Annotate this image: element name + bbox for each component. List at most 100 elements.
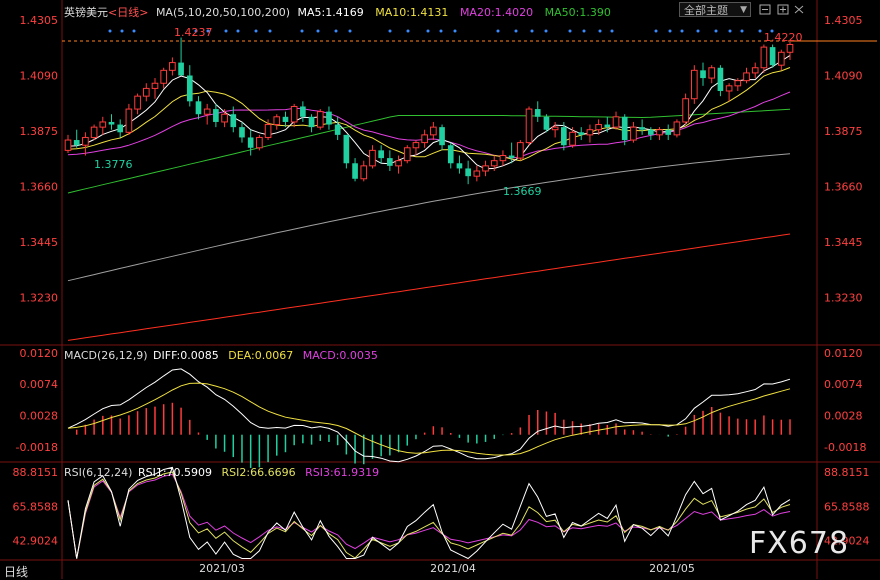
candle-body-down (73, 140, 80, 146)
price-tick-left: 1.3230 (20, 292, 59, 305)
rsi2-value: RSI2:66.6696 (221, 466, 296, 479)
candle-body-up (203, 108, 211, 115)
candle-body-down (508, 155, 515, 159)
axis-labels: 1.4305 1.4305 1.4090 1.4090 1.3875 1.3875 1.36… (13, 14, 870, 575)
rsi1-line (67, 466, 791, 560)
candle-body-down (117, 124, 124, 133)
period-tab[interactable]: 日线 (4, 563, 28, 580)
candle-body-up (673, 121, 681, 136)
candle-body-up (169, 62, 176, 71)
candle-body-up (395, 160, 402, 167)
signal-dot (224, 29, 228, 33)
zoom-out-button[interactable] (758, 3, 772, 16)
candle-body-up (316, 111, 324, 128)
signal-dot (610, 29, 614, 33)
candle-body-down (195, 101, 202, 115)
macd-value: MACD:0.0035 (302, 349, 378, 362)
ma20-line (67, 91, 791, 159)
candle-body-down (334, 124, 341, 135)
rsi-tick-right: 65.8588 (824, 500, 870, 513)
signal-dot (728, 29, 732, 33)
candle-body-up (630, 126, 637, 141)
candle-body-up (134, 95, 141, 110)
signal-dot (568, 29, 572, 33)
candle-body-up (760, 46, 768, 69)
signal-dot (120, 29, 124, 33)
price-tick-right: 1.4305 (824, 14, 863, 27)
signal-dot (582, 29, 586, 33)
candle-body-up (743, 72, 750, 82)
signal-dot (439, 29, 443, 33)
rsi3-value: RSI3:61.9319 (305, 466, 380, 479)
candle-body-down (465, 168, 471, 177)
candle-body-down (456, 163, 463, 169)
theme-select-button[interactable]: 全部主题 ▼ (679, 2, 751, 17)
rsi-title: RSI(6,12,24) (64, 466, 133, 479)
signal-dot (268, 29, 272, 33)
macd-tick-left: -0.0018 (16, 441, 58, 454)
panel-grid (0, 0, 880, 579)
candle-body-up (412, 142, 420, 149)
candle-body-up (725, 85, 733, 92)
candle-body-up (517, 142, 524, 159)
candle-body-up (490, 160, 498, 167)
candle-body-up (708, 67, 716, 79)
signal-dot (714, 29, 718, 33)
signal-dot (514, 29, 518, 33)
candle-body-down (178, 62, 184, 76)
candle-body-up (403, 147, 411, 162)
candle-body-up (221, 113, 228, 123)
date-tick: 2021/03 (199, 562, 245, 575)
signal-dot (300, 29, 304, 33)
rsi-legend: RSI(6,12,24) RSI1:70.5909 RSI2:66.6696 R… (64, 466, 379, 479)
candle-body-up (499, 155, 507, 162)
period-label: <日线> (108, 6, 149, 19)
price-tick-left: 1.3660 (20, 181, 59, 194)
price-tick-left: 1.4090 (20, 70, 59, 83)
candle-body-down (213, 109, 219, 122)
price-tick-right: 1.3230 (824, 292, 863, 305)
close-icon[interactable] (792, 3, 806, 16)
signal-dot (316, 29, 320, 33)
header-legend: 英镑美元<日线> MA(5,10,20,50,100,200) MA5:1.41… (64, 4, 611, 20)
candle-body-down (561, 127, 567, 146)
candle-body-down (230, 114, 237, 128)
last-high-annotation: 1.4220 (764, 31, 803, 44)
macd-dea: DEA:0.0067 (228, 349, 294, 362)
candle-body-down (282, 116, 289, 122)
candle-body-down (326, 111, 332, 125)
candle-body-up (595, 124, 602, 131)
candle-body-up (786, 44, 794, 53)
macd-dea-line (67, 382, 791, 456)
candle-body-up (569, 131, 576, 146)
price-tick-left: 1.4305 (20, 14, 59, 27)
ma50-line (67, 108, 791, 194)
candle-body-down (387, 158, 393, 166)
rsi-tick-left: 42.9024 (13, 535, 59, 548)
candle-body-down (639, 127, 645, 130)
ma20-value: MA20:1.4020 (459, 6, 534, 19)
candle-body-up (142, 87, 150, 97)
rsi2-line (67, 471, 791, 559)
ma5-value: MA5:1.4169 (297, 6, 364, 19)
signal-dot (453, 29, 457, 33)
rsi-tick-left: 88.8151 (13, 466, 59, 479)
macd-tick-right: 0.0074 (824, 378, 863, 391)
candle-body-up (256, 136, 263, 149)
low-annotation-2: 1.3669 (503, 185, 542, 198)
rsi3-line (67, 473, 791, 559)
ma10-value: MA10:1.4131 (375, 6, 449, 19)
theme-select-label: 全部主题 (684, 4, 728, 17)
candle-body-down (352, 163, 358, 179)
candle-body-down (300, 106, 306, 117)
candle-body-up (612, 116, 620, 128)
candle-body-up (421, 134, 428, 144)
candle-body-down (665, 129, 672, 135)
chevron-down-icon: ▼ (740, 5, 747, 15)
candle-body-down (700, 70, 706, 79)
price-tick-right: 1.3445 (824, 236, 863, 249)
signal-dot (544, 29, 548, 33)
zoom-in-button[interactable] (776, 3, 790, 16)
low-annotation-1: 1.3776 (94, 158, 133, 171)
candle-body-up (751, 67, 759, 74)
